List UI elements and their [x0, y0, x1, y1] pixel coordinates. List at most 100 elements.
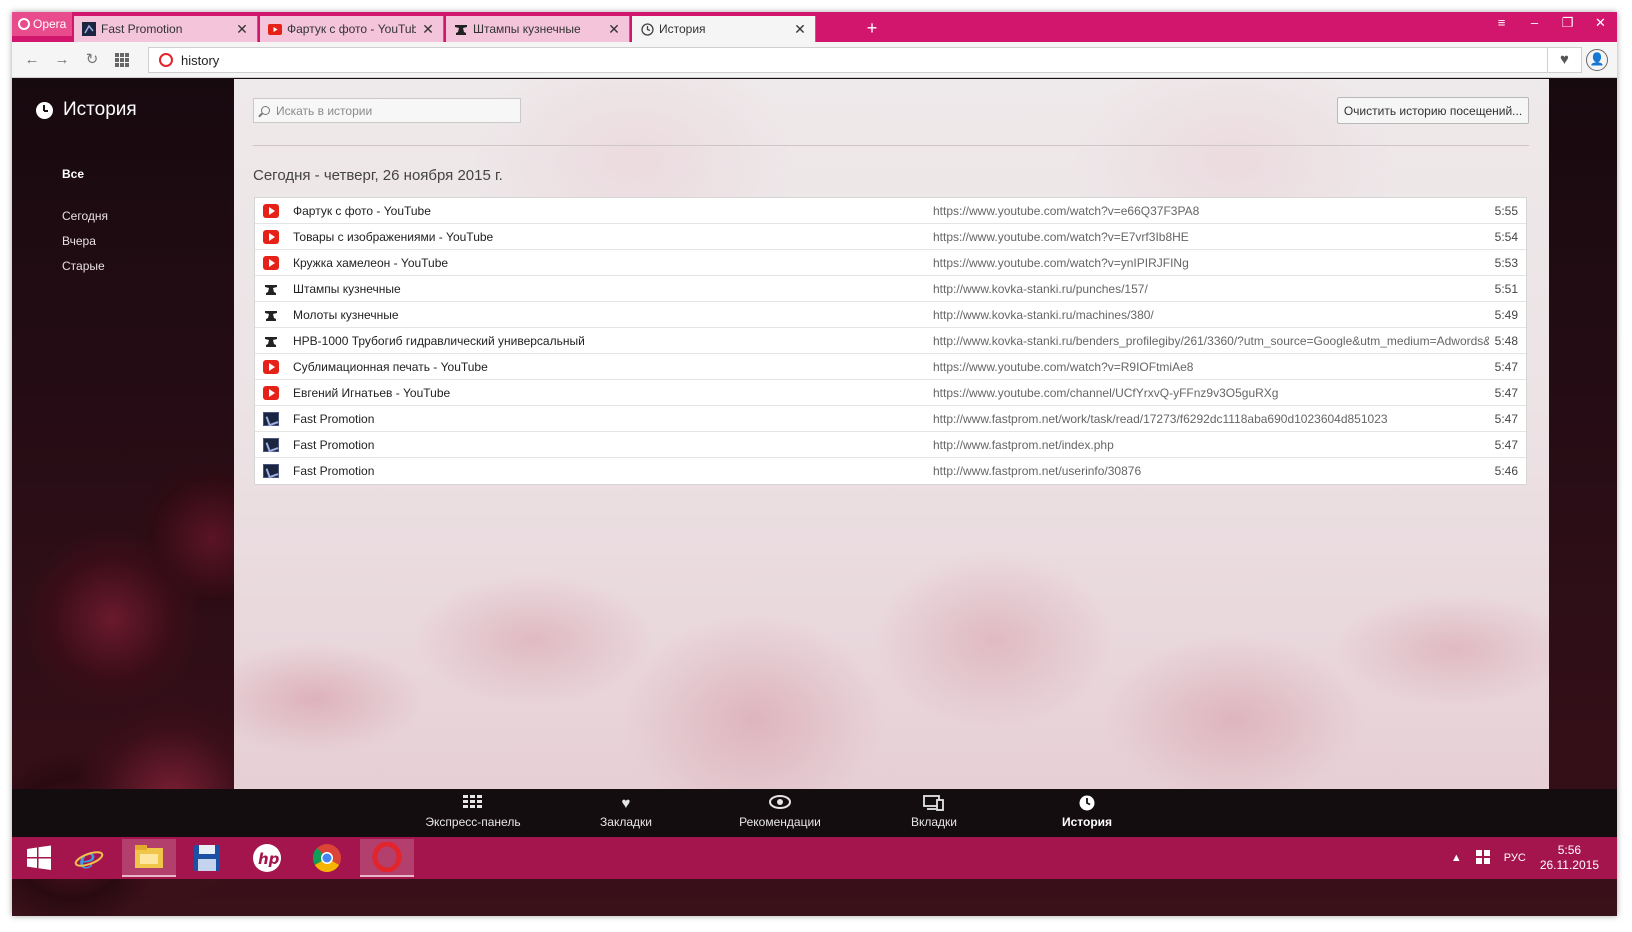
history-row-time: 5:47: [1494, 386, 1518, 400]
forward-icon[interactable]: →: [52, 50, 72, 70]
history-row-url[interactable]: https://www.youtube.com/watch?v=e66Q37F3…: [933, 204, 1489, 218]
history-row-url[interactable]: http://www.kovka-stanki.ru/punches/157/: [933, 282, 1489, 296]
tab-title: Штампы кузнечные: [473, 22, 581, 36]
tab-stamps[interactable]: Штампы кузнечные ✕: [446, 16, 630, 42]
history-row[interactable]: Fast Promotion http://www.fastprom.net/in…: [255, 432, 1526, 458]
language-indicator[interactable]: РУС: [1504, 852, 1526, 864]
minimize-icon[interactable]: –: [1518, 12, 1551, 36]
grid-icon: [413, 795, 533, 813]
clock-icon: [36, 101, 53, 119]
devices-icon: [874, 795, 994, 813]
history-row[interactable]: Кружка хамелеон - YouTube https://www.you…: [255, 250, 1526, 276]
new-tab-button[interactable]: +: [862, 18, 882, 39]
sidebar-filter-today[interactable]: Сегодня: [62, 209, 108, 223]
search-icon: [261, 106, 270, 115]
history-row-url[interactable]: http://www.fastprom.net/userinfo/30876: [933, 464, 1489, 478]
tab-fast-promotion[interactable]: Fast Promotion ✕: [74, 16, 258, 42]
history-row[interactable]: Товары с изображениями - YouTube https://…: [255, 224, 1526, 250]
history-row-title[interactable]: Сублимационная печать - YouTube: [293, 360, 488, 374]
history-row-title[interactable]: Fast Promotion: [293, 438, 374, 452]
close-icon[interactable]: ✕: [1584, 12, 1617, 36]
panel-tabs[interactable]: Вкладки: [874, 795, 994, 829]
history-row-title[interactable]: Fast Promotion: [293, 412, 374, 426]
history-row[interactable]: Fast Promotion http://www.fastprom.net/us…: [255, 458, 1526, 484]
tab-close-icon[interactable]: ✕: [421, 21, 435, 38]
hp-icon[interactable]: hp: [240, 839, 294, 877]
fastprom-icon: [263, 464, 279, 478]
history-row-title[interactable]: Штампы кузнечные: [293, 282, 401, 296]
back-icon[interactable]: ←: [22, 50, 42, 70]
chrome-icon[interactable]: [300, 839, 354, 877]
tab-close-icon[interactable]: ✕: [793, 21, 807, 38]
history-row[interactable]: Fast Promotion http://www.fastprom.net/wo…: [255, 406, 1526, 432]
tab-youtube[interactable]: Фартук с фото - YouTube ✕: [260, 16, 444, 42]
network-icon[interactable]: [1475, 849, 1490, 867]
heart-icon: ♥: [621, 795, 631, 812]
tray-expand-icon[interactable]: ▲: [1451, 852, 1462, 864]
address-text[interactable]: history: [181, 53, 219, 68]
date-heading: Сегодня - четверг, 26 ноября 2015 г.: [253, 167, 503, 184]
youtube-icon: [263, 230, 279, 244]
history-main: Очистить историю посещений... Сегодня - …: [234, 79, 1549, 801]
clock-icon: [640, 22, 654, 36]
history-row-url[interactable]: https://www.youtube.com/watch?v=R9IOFtmi…: [933, 360, 1489, 374]
panel-bookmarks[interactable]: ♥ Закладки: [566, 795, 686, 829]
clear-history-button[interactable]: Очистить историю посещений...: [1337, 97, 1529, 124]
panel-speed-dial[interactable]: Экспресс-панель: [413, 795, 533, 829]
history-row[interactable]: Сублимационная печать - YouTube https://w…: [255, 354, 1526, 380]
panel-recommendations[interactable]: Рекомендации: [720, 795, 840, 829]
tab-close-icon[interactable]: ✕: [235, 21, 249, 38]
history-row-url[interactable]: https://www.youtube.com/watch?v=ynIPIRJF…: [933, 256, 1489, 270]
history-search-input[interactable]: [276, 103, 506, 118]
history-sidebar: История Все Сегодня Вчера Старые: [12, 79, 234, 801]
history-row-url[interactable]: http://www.kovka-stanki.ru/benders_profi…: [933, 334, 1489, 348]
sidebar-panel-bar: Экспресс-панель ♥ Закладки Рекомендации …: [12, 789, 1617, 837]
restore-icon[interactable]: ❐: [1551, 12, 1584, 36]
sidebar-filter-older[interactable]: Старые: [62, 259, 105, 273]
internet-explorer-icon[interactable]: e: [62, 839, 116, 877]
opera-taskbar-icon[interactable]: [360, 839, 414, 877]
speed-dial-icon[interactable]: [112, 50, 132, 70]
panel-label: Экспресс-панель: [425, 815, 521, 829]
history-row-title[interactable]: Молоты кузнечные: [293, 308, 399, 322]
history-row[interactable]: Молоты кузнечные http://www.kovka-stanki.…: [255, 302, 1526, 328]
reload-icon[interactable]: ↻: [82, 50, 102, 70]
history-row-url[interactable]: https://www.youtube.com/watch?v=E7vrf3Ib…: [933, 230, 1489, 244]
profile-icon[interactable]: 👤: [1586, 49, 1608, 71]
history-search-box[interactable]: [253, 98, 521, 123]
sidebar-title: История: [36, 99, 137, 121]
opera-menu-button[interactable]: Opera: [12, 12, 72, 36]
history-row[interactable]: Фартук с фото - YouTube https://www.youtu…: [255, 198, 1526, 224]
address-bar[interactable]: history: [148, 47, 1548, 73]
history-row-title[interactable]: Кружка хамелеон - YouTube: [293, 256, 448, 270]
youtube-icon: [263, 360, 279, 374]
history-row[interactable]: Штампы кузнечные http://www.kovka-stanki.…: [255, 276, 1526, 302]
sidebar-filter-all[interactable]: Все: [62, 167, 84, 181]
panel-history[interactable]: История: [1027, 795, 1147, 829]
history-row-title[interactable]: Евгений Игнатьев - YouTube: [293, 386, 450, 400]
history-row-url[interactable]: http://www.fastprom.net/index.php: [933, 438, 1489, 452]
system-clock[interactable]: 5:56 26.11.2015: [1540, 843, 1599, 873]
history-row-url[interactable]: http://www.fastprom.net/work/task/read/1…: [933, 412, 1489, 426]
history-row-title[interactable]: Фартук с фото - YouTube: [293, 204, 431, 218]
history-row-url[interactable]: https://www.youtube.com/channel/UCfYrxvQ…: [933, 386, 1489, 400]
bookmark-heart-icon[interactable]: ♥: [1548, 47, 1582, 73]
start-button[interactable]: [12, 839, 66, 877]
history-row[interactable]: HPB-1000 Трубогиб гидравлический универс…: [255, 328, 1526, 354]
history-row[interactable]: Евгений Игнатьев - YouTube https://www.yo…: [255, 380, 1526, 406]
file-explorer-icon[interactable]: [122, 839, 176, 877]
tab-history[interactable]: История ✕: [632, 16, 816, 42]
tab-menu-icon[interactable]: ≡: [1485, 12, 1518, 36]
history-row-title[interactable]: Fast Promotion: [293, 464, 374, 478]
panel-label: Закладки: [600, 815, 652, 829]
tab-close-icon[interactable]: ✕: [607, 21, 621, 38]
panel-label: Рекомендации: [739, 815, 821, 829]
history-row-title[interactable]: Товары с изображениями - YouTube: [293, 230, 493, 244]
anvil-icon: [454, 22, 468, 36]
save-disk-icon[interactable]: [180, 839, 234, 877]
history-row-title[interactable]: HPB-1000 Трубогиб гидравлический универс…: [293, 334, 585, 348]
history-row-time: 5:47: [1494, 412, 1518, 426]
history-row-url[interactable]: http://www.kovka-stanki.ru/machines/380/: [933, 308, 1489, 322]
youtube-icon: [263, 204, 279, 218]
sidebar-filter-yesterday[interactable]: Вчера: [62, 234, 96, 248]
